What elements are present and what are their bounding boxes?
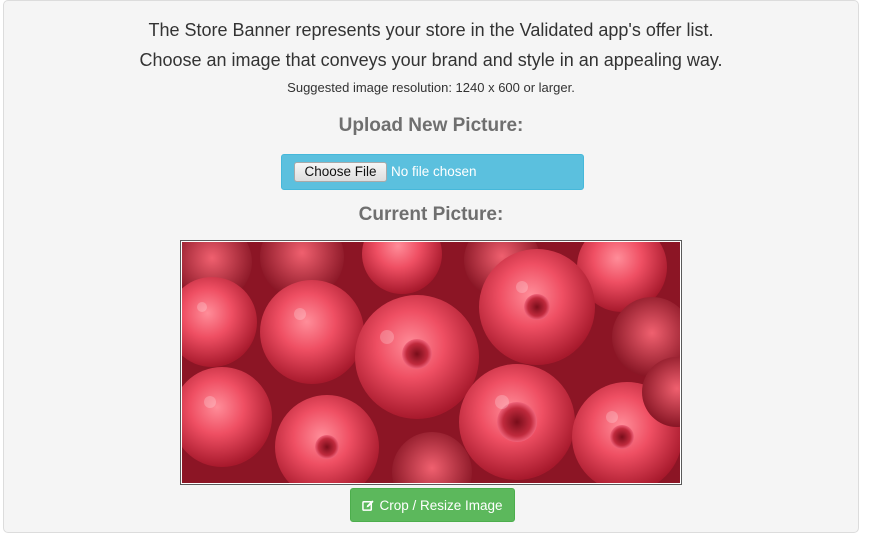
file-status-text: No file chosen (391, 164, 477, 179)
crop-resize-button[interactable]: Crop / Resize Image (350, 488, 515, 522)
intro-line-1: The Store Banner represents your store i… (148, 20, 714, 40)
current-picture (180, 240, 682, 485)
intro-line-2: Choose an image that conveys your brand … (139, 50, 723, 70)
crop-resize-label: Crop / Resize Image (379, 497, 503, 513)
upload-heading: Upload New Picture: (338, 115, 524, 136)
current-picture-heading: Current Picture: (358, 204, 504, 225)
choose-file-button[interactable]: Choose File (294, 162, 387, 182)
store-banner-panel: The Store Banner represents your store i… (3, 0, 859, 533)
file-upload-field[interactable]: Choose File No file chosen (281, 154, 584, 190)
edit-icon (362, 499, 375, 512)
resolution-hint: Suggested image resolution: 1240 x 600 o… (287, 80, 575, 95)
raspberries-image (182, 242, 680, 483)
